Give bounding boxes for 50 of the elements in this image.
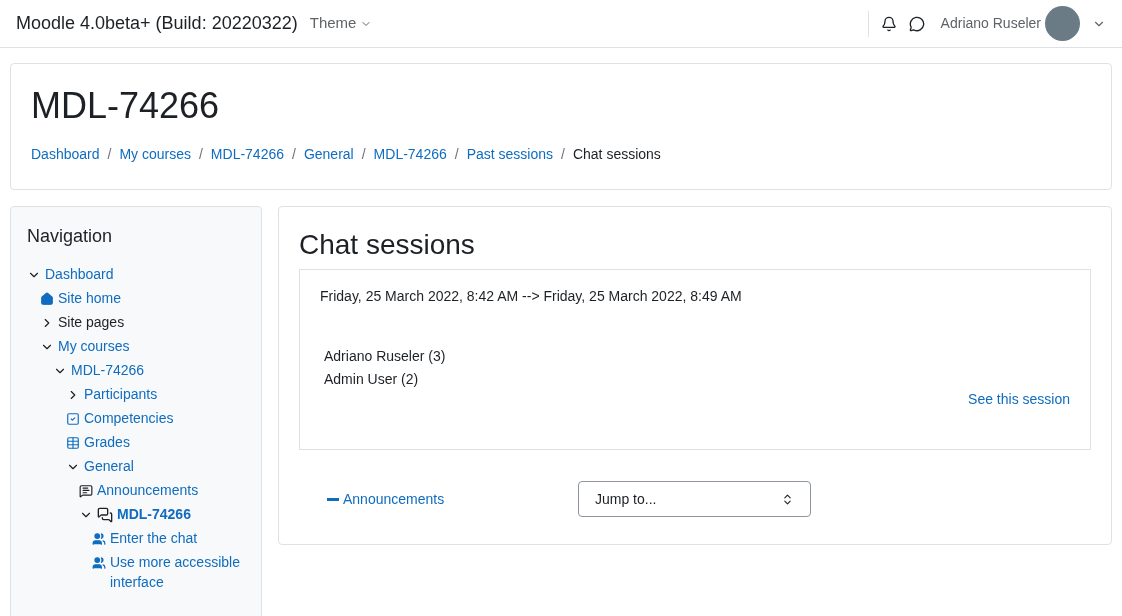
up-down-caret-icon [781, 492, 794, 506]
breadcrumb-link[interactable]: General [303, 144, 354, 165]
page-title: MDL-74266 [31, 88, 221, 124]
breadcrumb-link[interactable]: MDL-74266 [210, 144, 284, 165]
breadcrumb-separator: / [106, 145, 113, 164]
nav-item[interactable]: Competencies [84, 408, 174, 428]
previous-activity-link[interactable]: Announcements [327, 488, 578, 510]
breadcrumb-separator: / [360, 145, 367, 164]
chat-icon [97, 507, 113, 523]
theme-menu[interactable]: Theme [309, 12, 373, 35]
nav-item[interactable]: Grades [84, 432, 130, 452]
breadcrumb-separator: / [453, 145, 460, 164]
site-name[interactable]: Moodle 4.0beta+ (Build: 20220322) [16, 10, 298, 37]
forum-icon [79, 484, 93, 498]
breadcrumb-separator: / [291, 145, 297, 164]
breadcrumb-separator: / [560, 145, 566, 164]
current-page-label: Chat sessions [572, 145, 661, 164]
nav-item[interactable]: Site home [58, 288, 122, 308]
nav-item[interactable]: General [84, 456, 134, 476]
participant-name: Admin User (2) [324, 370, 420, 389]
block-title: Navigation [27, 225, 114, 248]
nav-item[interactable]: Announcements [97, 480, 199, 500]
nav-item[interactable]: Dashboard [45, 264, 114, 284]
user-name[interactable]: Adriano Ruseler [940, 13, 1041, 34]
breadcrumb-link[interactable]: MDL-74266 [373, 144, 447, 165]
avatar[interactable] [1045, 6, 1080, 41]
nav-item[interactable]: Site pages [58, 312, 125, 332]
arrow-left-icon [327, 497, 339, 501]
nav-item[interactable]: My courses [58, 336, 130, 356]
see-session-link[interactable]: See this session [968, 389, 1070, 410]
jump-to-select[interactable]: Jump to... [578, 481, 811, 517]
message-icon[interactable] [908, 15, 925, 32]
notification-bell-icon[interactable] [880, 15, 897, 32]
breadcrumb-link[interactable]: Past sessions [466, 144, 554, 165]
breadcrumb-separator: / [197, 145, 204, 164]
page-heading: Chat sessions [299, 231, 476, 259]
session-period: Friday, 25 March 2022, 8:42 AM --> Friday, 25 March 2022, 8:49 AM [320, 287, 743, 306]
users-icon [92, 532, 106, 546]
breadcrumb-link[interactable]: Dashboard [31, 144, 100, 165]
nav-item[interactable]: MDL-74266 [117, 504, 191, 524]
nav-item[interactable]: Use more accessible interface [110, 552, 245, 592]
nav-item[interactable]: MDL-74266 [71, 360, 145, 380]
breadcrumb-link[interactable]: My courses [119, 144, 191, 165]
nav-item[interactable]: Enter the chat [110, 528, 198, 548]
table-icon [66, 436, 80, 450]
checkbox-icon [66, 412, 80, 426]
nav-item[interactable]: Participants [84, 384, 158, 404]
users-icon [92, 556, 106, 570]
participant-name: Adriano Ruseler (3) [324, 347, 447, 366]
home-icon [40, 292, 54, 306]
